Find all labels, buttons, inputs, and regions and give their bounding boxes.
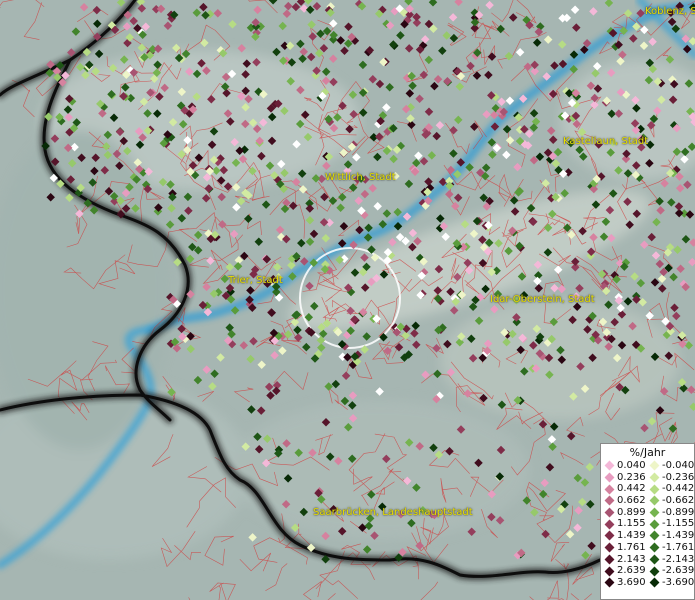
legend-positive-row: 1.439 (603, 530, 648, 542)
legend-negative-row: -0.442 (648, 483, 694, 495)
legend-positive-row: 0.442 (603, 483, 648, 495)
legend-positive-swatch (604, 484, 615, 495)
legend-positive-label: 0.442 (617, 483, 646, 495)
legend-negative-label: -0.040 (662, 460, 695, 471)
legend-positive-swatch (604, 472, 615, 483)
legend-positive-label: 0.662 (617, 495, 646, 507)
legend-negative-row: -0.236 (648, 472, 694, 484)
legend-positive-label: 1.439 (617, 530, 646, 542)
legend-negative-swatch (649, 531, 660, 541)
legend-negative-swatch (649, 542, 660, 553)
legend-negative-swatch (649, 577, 660, 588)
legend-negative-row: -1.155 (648, 518, 694, 530)
legend-positive-label: 0.236 (617, 471, 646, 483)
legend-positive-swatch (604, 495, 615, 506)
city-label-saarbruecken: Saarbrücken, Landeshauptstadt (313, 507, 473, 518)
legend-positive-row: 0.662 (603, 495, 648, 507)
legend-negative-label: -1.155 (662, 518, 695, 530)
legend-negative-label: -1.439 (662, 530, 695, 542)
legend-negative-row: -1.761 (648, 542, 694, 554)
legend-positive-swatch (604, 531, 615, 541)
city-label-trier: Trier, Stadt (228, 275, 283, 286)
legend-positive-swatch (604, 554, 615, 565)
legend-positive-label: 2.143 (617, 553, 646, 565)
legend-positive-row: 1.761 (603, 542, 648, 554)
legend-negative-label: -0.442 (662, 483, 695, 495)
legend-negative-label: -2.639 (662, 565, 695, 577)
legend-positive-row: 1.155 (603, 518, 648, 530)
legend-positive-label: 1.155 (617, 518, 646, 530)
legend-negative-row: -2.639 (648, 565, 694, 577)
legend-negative-label: -2.143 (662, 553, 695, 565)
legend-positive-label: 3.690 (617, 576, 646, 588)
legend-positive-row: 3.690 (603, 577, 648, 589)
map-canvas[interactable]: Koblenz, St Kastellaun, Stadt Wittlich, … (0, 0, 695, 600)
legend-negative-column: -0.040 -0.236 -0.442 -0.662 -0.899 -1.155 -1.4… (648, 460, 694, 589)
legend-negative-row: -0.899 (648, 507, 694, 519)
legend-positive-row: 0.236 (603, 472, 648, 484)
legend-positive-row: 0.040 (603, 460, 648, 472)
legend-negative-row: -0.040 (648, 460, 694, 472)
legend-negative-row: -0.662 (648, 495, 694, 507)
legend-positive-swatch (604, 566, 615, 576)
legend-title: %/Jahr (629, 446, 666, 459)
legend-positive-label: 1.761 (617, 541, 646, 553)
city-label-wittlich: Wittlich, Stadt (325, 172, 396, 183)
legend-negative-swatch (649, 484, 660, 495)
legend-negative-label: -0.236 (662, 471, 695, 483)
legend-negative-row: -1.439 (648, 530, 694, 542)
legend-negative-label: -0.662 (662, 495, 695, 507)
legend-negative-row: -3.690 (648, 577, 694, 589)
legend-positive-swatch (604, 519, 615, 530)
legend-negative-swatch (649, 566, 660, 576)
legend-negative-swatch (649, 507, 660, 518)
legend-positive-label: 0.040 (617, 460, 646, 471)
legend-negative-swatch (649, 519, 660, 530)
legend-positive-swatch (604, 507, 615, 518)
city-label-idar-oberstein: Idar-Oberstein, Stadt (490, 294, 595, 305)
legend-positive-row: 0.899 (603, 507, 648, 519)
legend-positive-label: 0.899 (617, 506, 646, 518)
legend-negative-label: -3.690 (662, 576, 695, 588)
legend-negative-label: -0.899 (662, 506, 695, 518)
legend-negative-swatch (649, 472, 660, 483)
legend-negative-swatch (649, 554, 660, 565)
legend-positive-row: 2.639 (603, 565, 648, 577)
legend-positive-swatch (604, 577, 615, 588)
city-label-kastellaun: Kastellaun, Stadt (563, 136, 649, 147)
legend: %/Jahr 0.040 0.236 0.442 0.662 0.899 1.155 1.4… (600, 443, 695, 600)
legend-positive-swatch (604, 460, 615, 471)
legend-positive-column: 0.040 0.236 0.442 0.662 0.899 1.155 1.439 1.761… (603, 460, 648, 589)
city-label-koblenz: Koblenz, St (645, 6, 695, 17)
legend-positive-label: 2.639 (617, 565, 646, 577)
legend-negative-label: -1.761 (662, 541, 695, 553)
legend-positive-row: 2.143 (603, 554, 648, 566)
legend-negative-swatch (649, 495, 660, 506)
legend-negative-swatch (649, 460, 660, 471)
legend-negative-row: -2.143 (648, 554, 694, 566)
legend-positive-swatch (604, 542, 615, 553)
